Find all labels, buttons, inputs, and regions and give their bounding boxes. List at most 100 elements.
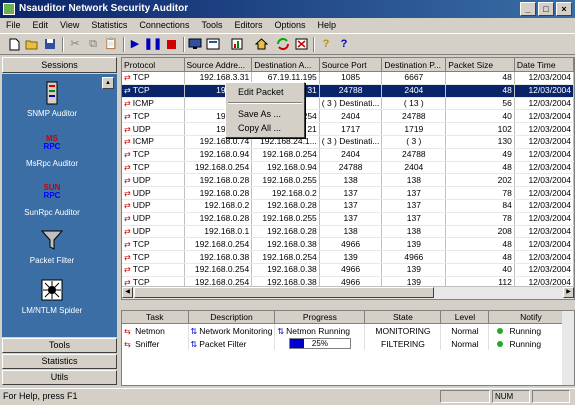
column-header[interactable]: Packet Size — [445, 58, 515, 72]
table-cell: 139 — [381, 237, 447, 252]
panel-scroll-up-button[interactable]: ▲ — [102, 77, 114, 89]
menu-edit[interactable]: Edit — [27, 18, 55, 33]
table-cell: 137 — [381, 212, 447, 226]
table-cell: 138 — [319, 173, 383, 188]
sessions-header[interactable]: Sessions — [2, 57, 117, 73]
stop-icon[interactable] — [163, 36, 179, 52]
table-row[interactable]: ⇄ UDP 192.168.0.1 192.168.0.28 138 138 208 12/0… — [122, 225, 574, 239]
column-header[interactable]: Protocol — [122, 58, 185, 72]
refresh-icon[interactable] — [275, 36, 291, 52]
maximize-button[interactable]: □ — [538, 2, 554, 16]
table-cell: 137 — [381, 199, 447, 213]
sidebar-item-msrpc-auditor[interactable]: MS RPC MsRpc Auditor — [2, 130, 102, 169]
menu-statistics[interactable]: Statistics — [85, 18, 133, 33]
column-header[interactable]: Source Addre... — [184, 58, 253, 72]
table-cell: 40 — [445, 263, 515, 277]
menu-editors[interactable]: Editors — [228, 18, 268, 33]
table-row[interactable]: ⇄ UDP 192.168.0.2 192.168.0.28 137 137 84 12/03… — [122, 199, 574, 213]
scroll-thumb[interactable] — [134, 287, 434, 298]
sidebar-statistics-button[interactable]: Statistics — [2, 354, 117, 369]
table-row[interactable]: ⇄UDP192.168.211717171910212/03/2004 — [122, 122, 574, 136]
table-cell: 137 — [319, 186, 383, 200]
menu-help[interactable]: Help — [312, 18, 343, 33]
table-row[interactable]: ⇄TCP192.168.312478824044812/03/2004 — [122, 84, 574, 98]
column-header[interactable]: Destination P... — [381, 58, 447, 72]
sidebar-tools-button[interactable]: Tools — [2, 338, 117, 353]
table-row[interactable]: ⇄ TCP 192.168.0.38 192.168.0.254 139 4966 48 12… — [122, 250, 574, 264]
table-cell: 78 — [445, 186, 515, 200]
table-cell: ⇄TCP — [122, 263, 185, 277]
menu-view[interactable]: View — [54, 18, 85, 33]
task-row[interactable]: ⇆ Netmon ⇅ Network Monitoring ⇅ Netmon Runni… — [122, 323, 574, 337]
packet-icon[interactable] — [205, 36, 221, 52]
edit-packet-menu-item[interactable]: Edit Packet — [226, 85, 304, 99]
minimize-button[interactable]: _ — [520, 2, 536, 16]
table-row[interactable]: ⇄ UDP 192.168.0.28 192.168.0.255 138 138 202 12… — [122, 173, 574, 188]
menu-tools[interactable]: Tools — [195, 18, 228, 33]
table-row[interactable]: ⇄ TCP 192.168.0.254 192.168.0.38 4966 139 40 12… — [122, 263, 574, 277]
column-header[interactable]: Source Port — [319, 58, 383, 72]
task-column-header[interactable]: Notify — [488, 311, 574, 324]
sidebar-item-packet-filter[interactable]: Packet Filter — [2, 227, 102, 265]
stats-icon[interactable] — [229, 36, 245, 52]
paste-icon[interactable]: 📋 — [103, 36, 119, 52]
table-cell: 192.168.0.254 — [184, 263, 253, 277]
remove-icon[interactable] — [293, 36, 309, 52]
table-cell: 208 — [445, 225, 515, 239]
about-icon[interactable]: ? — [318, 36, 334, 52]
sidebar-item-snmp-auditor[interactable]: SNMP Auditor — [2, 80, 102, 118]
task-column-header[interactable]: Level — [440, 311, 490, 324]
sidebar-item-sunrpc-auditor[interactable]: SUN RPC SunRpc Auditor — [2, 179, 102, 218]
save-as-menu-item[interactable]: Save As ... — [226, 107, 304, 121]
context-help-icon[interactable]: ? — [336, 36, 352, 52]
table-row[interactable]: ⇄ TCP 192.168.3.31 67.19.11.195 1085 6667 48 12… — [122, 71, 574, 85]
table-row[interactable]: ⇄ICMP10.20.( 3 ) Destinati...( 13 )5612/… — [122, 97, 574, 111]
pause-icon[interactable]: ❚❚ — [144, 36, 162, 52]
start-icon[interactable]: ▶ — [127, 36, 143, 52]
scroll-left-button[interactable]: ◀ — [122, 287, 133, 298]
menu-connections[interactable]: Connections — [133, 18, 195, 33]
cut-icon[interactable]: ✂ — [67, 36, 83, 52]
monitor-icon[interactable] — [187, 36, 203, 52]
menu-options[interactable]: Options — [268, 18, 311, 33]
open-folder-icon[interactable] — [24, 36, 40, 52]
table-row[interactable]: ⇄ TCP 192.168.0.94 192.168.0.254 2404 24788 49… — [122, 148, 574, 162]
table-row[interactable]: ⇄TCP192.168.2542404247884012/03/2004 — [122, 109, 574, 124]
save-icon[interactable] — [42, 36, 58, 52]
horizontal-scrollbar[interactable]: ◀ ▶ — [122, 286, 574, 299]
sidebar-utils-button[interactable]: Utils — [2, 370, 117, 385]
column-header[interactable]: Date Time — [514, 58, 574, 72]
progress-bar: 25% — [288, 338, 351, 350]
home-icon[interactable] — [253, 36, 269, 52]
table-row[interactable]: ⇄ TCP 192.168.0.254 192.168.0.94 24788 2404 48… — [122, 161, 574, 175]
new-file-icon[interactable] — [6, 36, 22, 52]
task-row[interactable]: ⇆ Sniffer ⇅ Packet Filter 25% FILTERING Norma… — [122, 337, 574, 350]
copy-all-menu-item[interactable]: Copy All ... — [226, 121, 304, 135]
close-button[interactable]: × — [556, 2, 572, 16]
table-cell: ⇄ UDP — [122, 212, 185, 226]
task-column-header[interactable]: Progress — [274, 311, 366, 324]
task-vertical-scrollbar[interactable] — [562, 311, 574, 385]
table-row[interactable]: ⇄ ICMP 192.168.0.74 192.168.24.1...( 3 ) De… — [122, 135, 574, 149]
msrpc-icon: MS RPC — [43, 134, 61, 151]
copy-icon[interactable]: ⧉ — [85, 36, 101, 52]
task-table: Task Description Progress State Level Notify … — [122, 311, 574, 350]
table-row[interactable]: ⇄ UDP 192.168.0.28 192.168.0.2 137 137 78 12/03… — [122, 186, 574, 200]
sidebar-item-lm-ntlm-spider[interactable]: LM/NTLM Spider — [2, 277, 102, 315]
task-column-header[interactable]: Description — [188, 311, 276, 324]
table-cell: 24788 — [319, 161, 383, 175]
table-cell: ⇄ UDP — [122, 173, 185, 188]
table-cell: 192.168.0.38 — [251, 237, 320, 252]
task-column-header[interactable]: Task — [122, 311, 189, 324]
table-cell: 130 — [445, 135, 515, 149]
menu-file[interactable]: File — [0, 18, 27, 33]
scroll-right-button[interactable]: ▶ — [563, 287, 574, 298]
column-header[interactable]: Destination A... — [251, 58, 320, 72]
table-row[interactable]: ⇄ TCP 192.168.0.254 192.168.0.38 4966 139 48 12… — [122, 237, 574, 252]
table-cell: ( 3 ) Destinati... — [319, 97, 383, 111]
table-row[interactable]: ⇄ UDP 192.168.0.28 192.168.0.255 137 137 78 12/… — [122, 212, 574, 226]
table-cell: 192.168.0.38 — [251, 263, 320, 277]
table-cell: 192.168.0.28 — [184, 212, 253, 226]
direction-arrows-icon: ⇄ — [124, 265, 131, 275]
task-column-header[interactable]: State — [364, 311, 442, 324]
